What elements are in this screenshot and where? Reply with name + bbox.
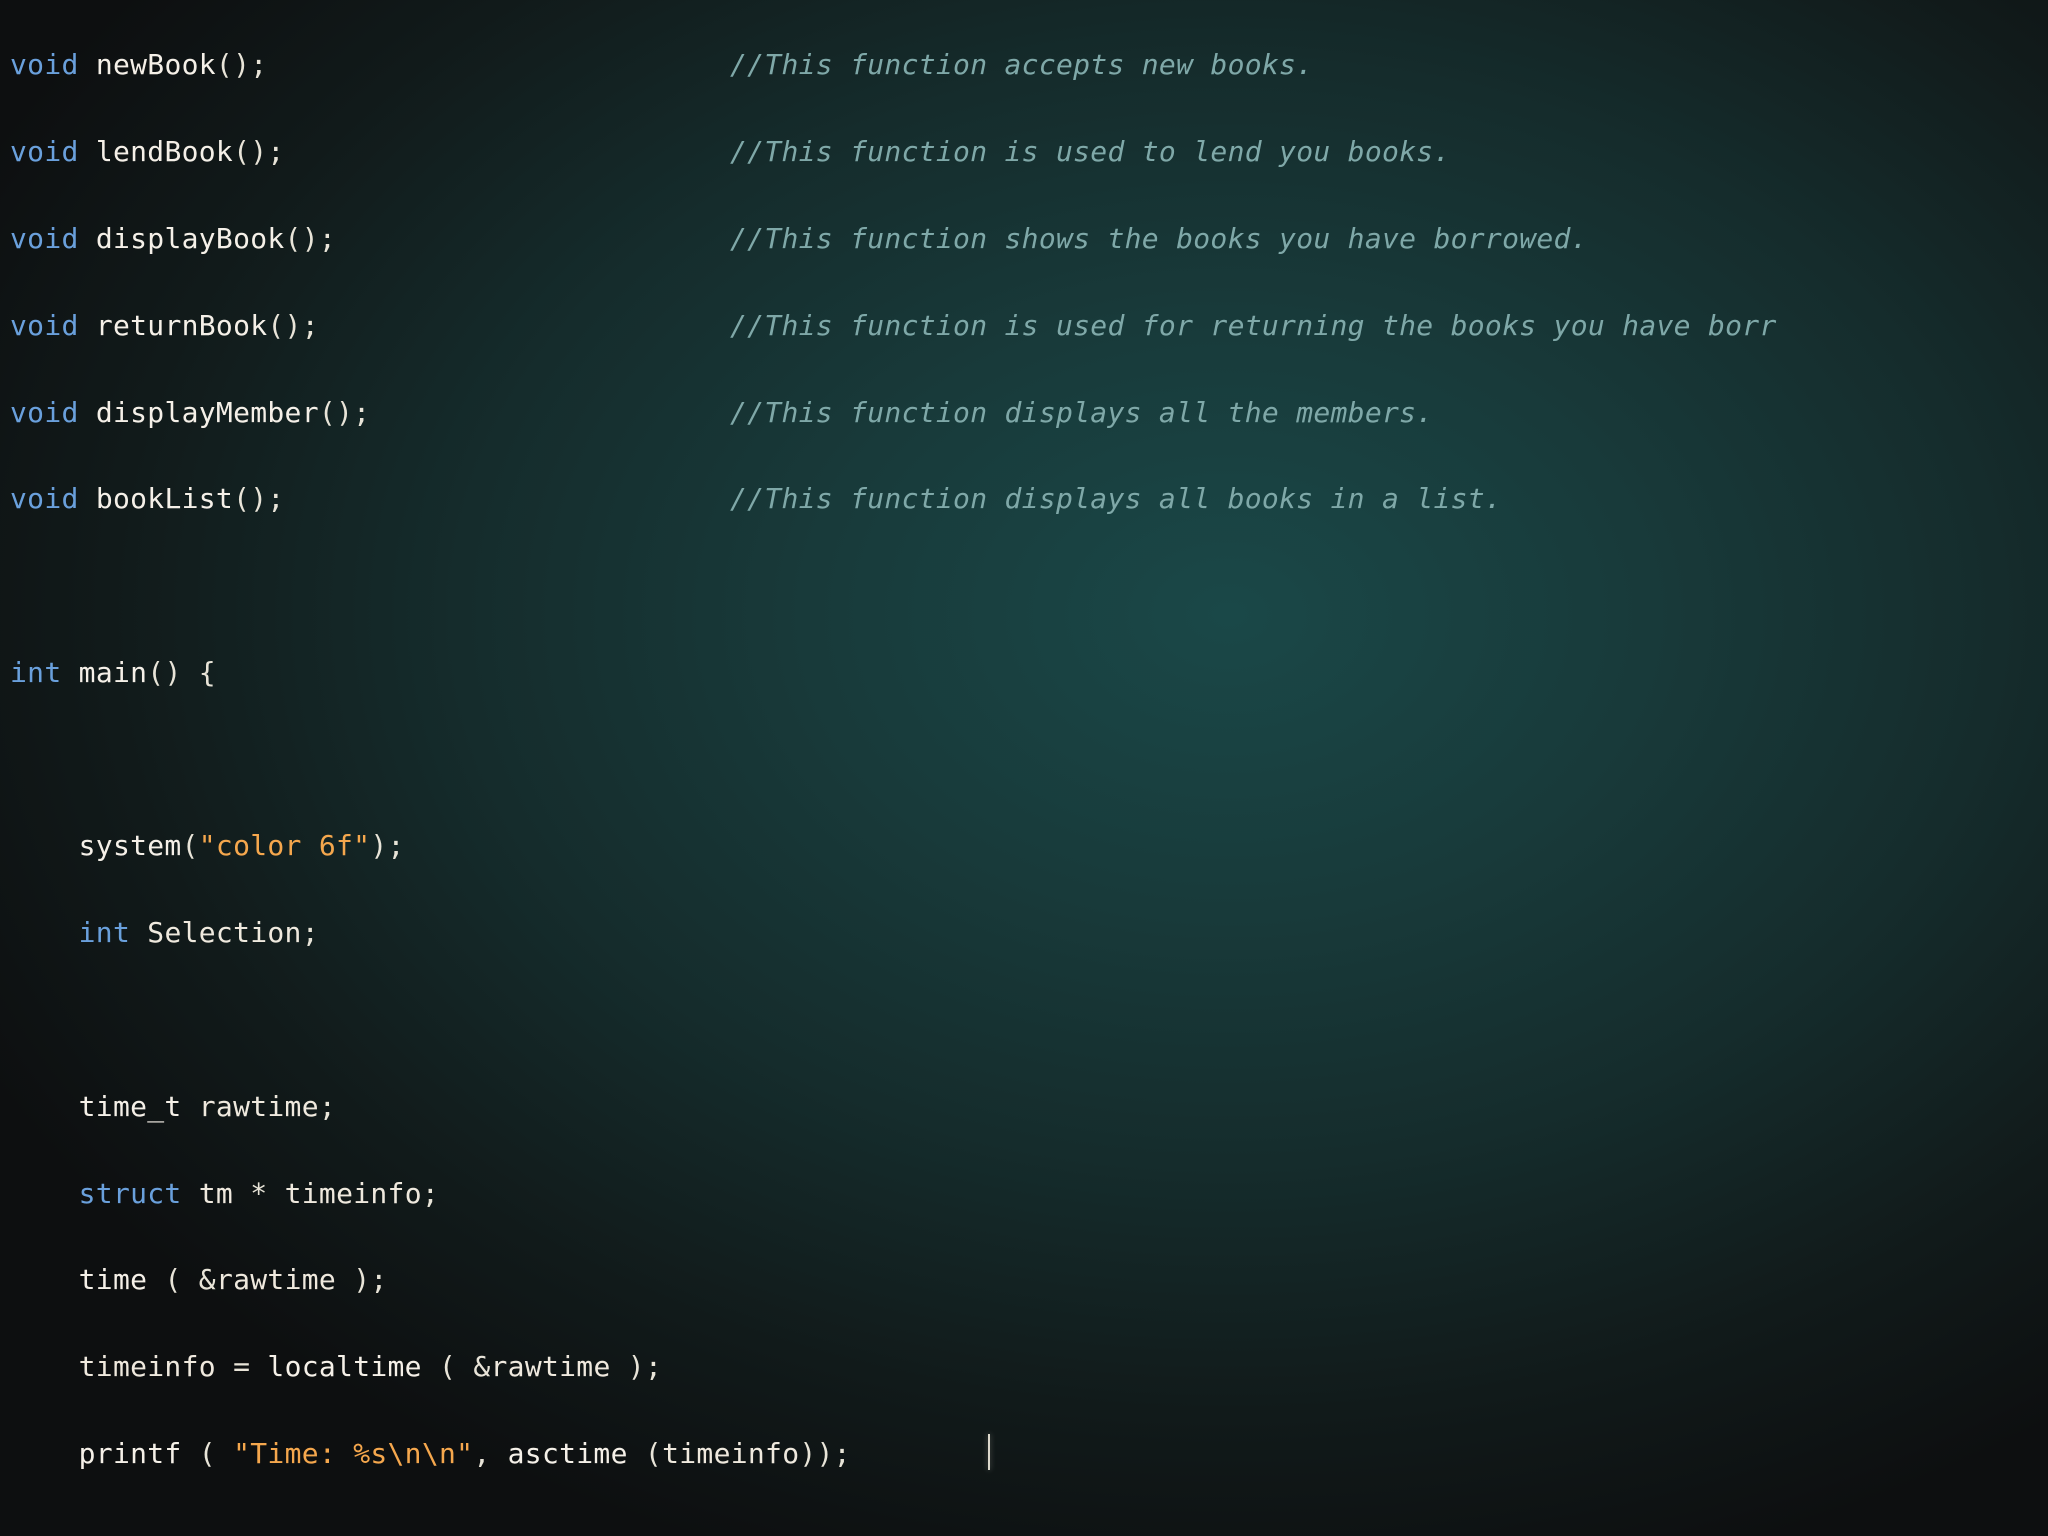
comment: //This function displays all books in a … bbox=[730, 477, 1502, 520]
ident-rawtime: rawtime bbox=[199, 1090, 319, 1123]
ident-tm: tm bbox=[199, 1177, 233, 1210]
code-line: time ( &rawtime ); bbox=[10, 1258, 2048, 1301]
blank-line bbox=[10, 998, 2048, 1041]
comment: //This function displays all the members… bbox=[730, 391, 1433, 434]
code-line: void displayMember();//This function dis… bbox=[10, 391, 2048, 434]
code-line: time_t rawtime; bbox=[10, 1085, 2048, 1128]
keyword-int: int bbox=[10, 656, 61, 689]
code-line: void returnBook();//This function is use… bbox=[10, 304, 2048, 347]
call-system: system bbox=[79, 829, 182, 862]
code-line: void newBook();//This function accepts n… bbox=[10, 43, 2048, 86]
call-time: time bbox=[79, 1263, 148, 1296]
code-line: void bookList();//This function displays… bbox=[10, 477, 2048, 520]
code-line: int Selection; bbox=[10, 911, 2048, 954]
blank-line bbox=[10, 564, 2048, 607]
comment: //This function is used to lend you book… bbox=[730, 130, 1451, 173]
func-displayBook: displayBook bbox=[96, 222, 285, 255]
code-line: int main() { bbox=[10, 651, 2048, 694]
func-bookList: bookList bbox=[96, 482, 233, 515]
comment: //This function accepts new books. bbox=[730, 43, 1313, 86]
blank-line bbox=[10, 1519, 2048, 1536]
keyword-struct: struct bbox=[79, 1177, 182, 1210]
comment: //This function shows the books you have… bbox=[730, 217, 1588, 260]
code-line: void displayBook();//This function shows… bbox=[10, 217, 2048, 260]
code-line: system("color 6f"); bbox=[10, 824, 2048, 867]
string-literal: "color 6f" bbox=[199, 829, 371, 862]
keyword-void: void bbox=[10, 48, 79, 81]
call-printf: printf bbox=[79, 1437, 182, 1470]
text-caret-icon bbox=[988, 1434, 990, 1470]
ident-selection: Selection bbox=[147, 916, 301, 949]
blank-line bbox=[10, 738, 2048, 781]
func-main: main bbox=[79, 656, 148, 689]
code-line: void lendBook();//This function is used … bbox=[10, 130, 2048, 173]
func-lendBook: lendBook bbox=[96, 135, 233, 168]
code-editor[interactable]: void newBook();//This function accepts n… bbox=[0, 0, 2048, 1536]
func-displayMember: displayMember bbox=[96, 396, 319, 429]
code-line: timeinfo = localtime ( &rawtime ); bbox=[10, 1345, 2048, 1388]
type-time_t: time_t bbox=[79, 1090, 182, 1123]
call-asctime: asctime bbox=[508, 1437, 628, 1470]
code-line: printf ( "Time: %s\n\n", asctime (timein… bbox=[10, 1432, 2048, 1475]
code-line: struct tm * timeinfo; bbox=[10, 1172, 2048, 1215]
func-returnBook: returnBook bbox=[96, 309, 268, 342]
ident-timeinfo: timeinfo bbox=[285, 1177, 422, 1210]
comment: //This function is used for returning th… bbox=[730, 304, 1777, 347]
call-localtime: localtime bbox=[267, 1350, 421, 1383]
func-newBook: newBook bbox=[96, 48, 216, 81]
string-literal: "Time: %s\n\n" bbox=[233, 1437, 473, 1470]
